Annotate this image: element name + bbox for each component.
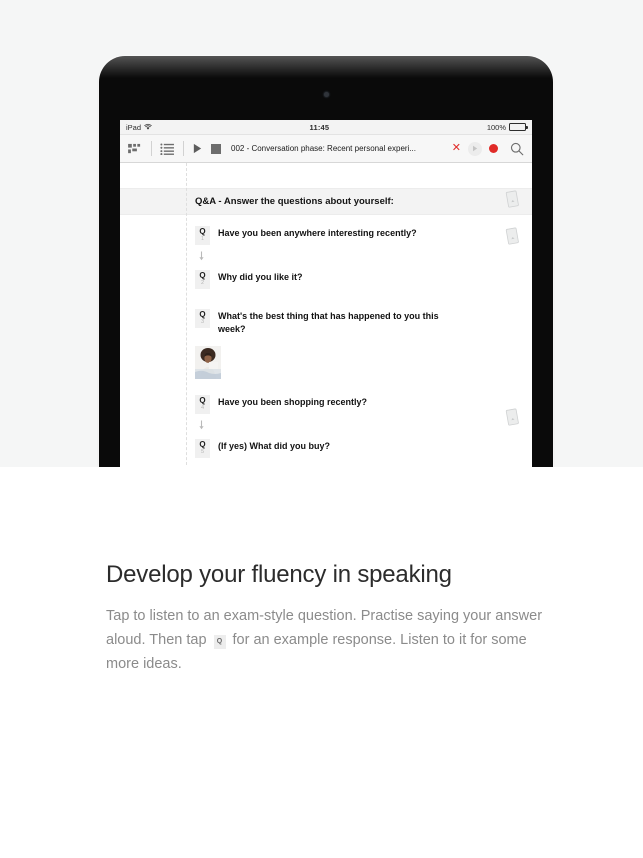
document-title[interactable]: 002 - Conversation phase: Recent persona… xyxy=(229,144,444,153)
badge-letter: Q xyxy=(199,440,206,449)
question-badge[interactable]: Q 1 xyxy=(195,226,210,245)
page-root: iPad 11:45 100% 002 - Conversation phase… xyxy=(0,0,643,858)
margin-divider xyxy=(186,163,187,467)
question-badge[interactable]: Q 2 xyxy=(195,270,210,289)
question-row: Q 3 What's the best thing that has happe… xyxy=(120,309,532,335)
close-x-icon[interactable]: ✕ xyxy=(452,143,461,154)
badge-letter: Q xyxy=(199,310,206,319)
badge-number: 4 xyxy=(200,405,205,411)
badge-number: 2 xyxy=(200,280,205,286)
question-text[interactable]: What's the best thing that has happened … xyxy=(218,309,450,335)
person-photo[interactable] xyxy=(195,346,532,379)
status-bar-left: iPad xyxy=(126,123,152,132)
arrow-down-icon xyxy=(199,251,204,261)
page-card-icon[interactable] xyxy=(505,227,520,247)
question-text[interactable]: Have you been shopping recently? xyxy=(218,395,367,409)
badge-letter: Q xyxy=(199,227,206,236)
badge-number: 3 xyxy=(200,319,205,325)
search-icon[interactable] xyxy=(506,142,524,156)
question-badge[interactable]: Q 3 xyxy=(195,309,210,328)
stop-icon[interactable] xyxy=(211,143,221,154)
battery-percent-label: 100% xyxy=(486,122,506,132)
question-row: Q 5 (If yes) What did you buy? xyxy=(120,439,532,458)
badge-number: 1 xyxy=(200,236,205,242)
play-icon[interactable] xyxy=(192,143,203,154)
question-row: Q 4 Have you been shopping recently? xyxy=(120,395,532,414)
list-view-icon[interactable] xyxy=(160,142,175,155)
inline-question-badge-icon: Q xyxy=(213,635,226,649)
record-dot-icon[interactable] xyxy=(489,144,498,153)
device-label: iPad xyxy=(126,122,142,132)
app-toolbar: 002 - Conversation phase: Recent persona… xyxy=(120,135,532,163)
document-content: Q&A - Answer the questions about yoursel… xyxy=(120,163,532,467)
question-text[interactable]: Have you been anywhere interesting recen… xyxy=(218,226,417,240)
question-text[interactable]: Why did you like it? xyxy=(218,270,303,284)
arrow-connector xyxy=(120,417,532,430)
front-camera-icon xyxy=(323,92,329,97)
status-bar-right: 100% xyxy=(486,122,528,132)
page-card-icon[interactable] xyxy=(505,190,520,210)
play-circle-icon[interactable] xyxy=(468,141,482,156)
status-bar: iPad 11:45 100% xyxy=(120,120,532,135)
battery-full-icon xyxy=(509,123,528,131)
badge-letter: Q xyxy=(199,271,206,280)
page-card-icon[interactable] xyxy=(505,408,520,428)
toolbar-divider-2 xyxy=(183,141,184,156)
bezel-highlight xyxy=(99,56,553,78)
grid-view-icon[interactable] xyxy=(128,143,143,155)
caption-block: Develop your fluency in speaking Tap to … xyxy=(106,560,546,676)
status-bar-time: 11:45 xyxy=(309,122,330,132)
hero-section: iPad 11:45 100% 002 - Conversation phase… xyxy=(0,0,643,467)
caption-body: Tap to listen to an exam-style question.… xyxy=(106,604,546,676)
question-text[interactable]: (If yes) What did you buy? xyxy=(218,439,330,453)
photo-row xyxy=(120,346,532,379)
wifi-icon xyxy=(144,123,152,130)
ipad-screen: iPad 11:45 100% 002 - Conversation phase… xyxy=(120,120,532,467)
badge-letter: Q xyxy=(199,396,206,405)
ipad-device: iPad 11:45 100% 002 - Conversation phase… xyxy=(99,56,553,467)
question-row: Q 2 Why did you like it? xyxy=(120,270,532,289)
page-title: Develop your fluency in speaking xyxy=(106,561,452,588)
arrow-connector xyxy=(120,248,532,261)
question-badge[interactable]: Q 5 xyxy=(195,439,210,458)
badge-number: 5 xyxy=(200,449,205,455)
arrow-down-icon xyxy=(199,420,204,430)
recording-controls: ✕ xyxy=(452,141,498,156)
question-row: Q 1 Have you been anywhere interesting r… xyxy=(120,226,532,245)
toolbar-divider-1 xyxy=(151,141,152,156)
section-header: Q&A - Answer the questions about yoursel… xyxy=(120,188,532,215)
question-badge[interactable]: Q 4 xyxy=(195,395,210,414)
